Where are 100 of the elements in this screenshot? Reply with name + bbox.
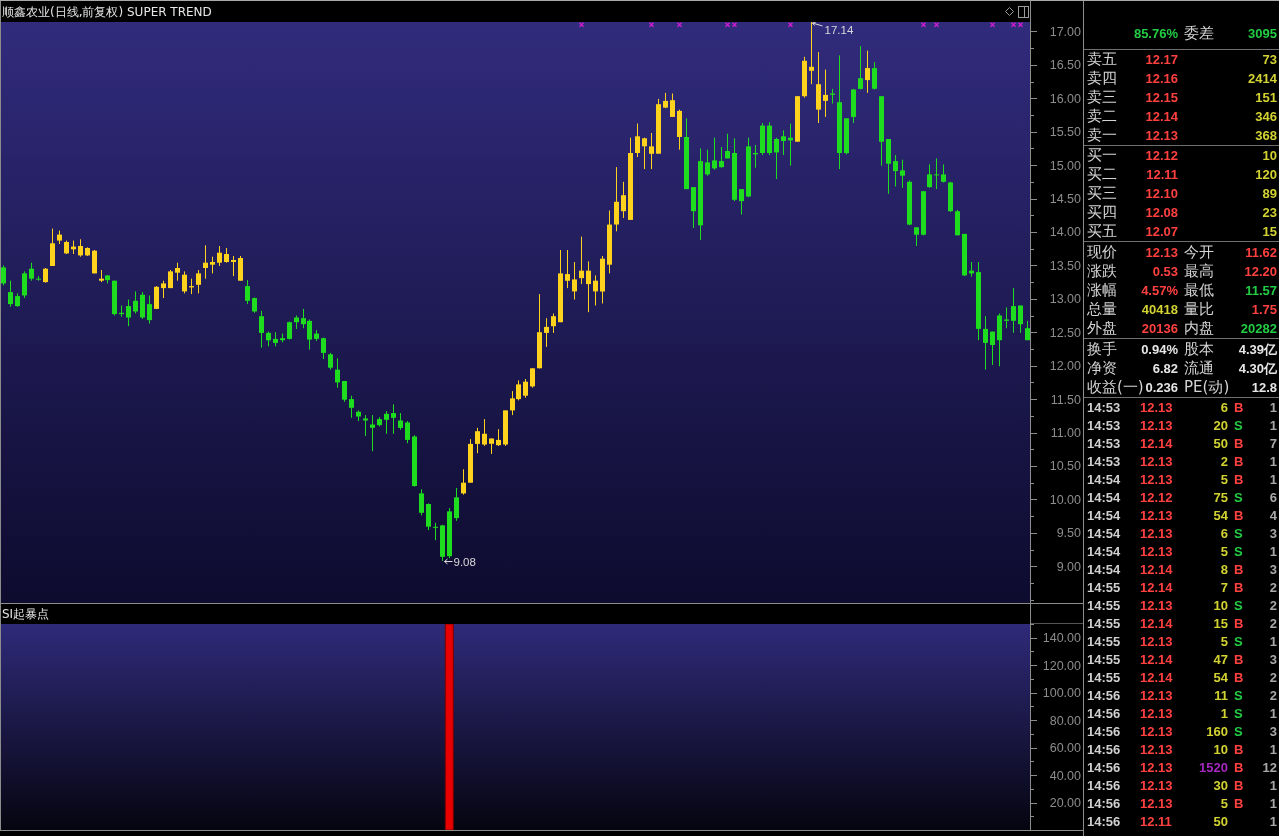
trade-count: 12 — [1261, 759, 1277, 777]
trade-side: B — [1233, 795, 1245, 813]
quote-label: PE(动) — [1184, 378, 1230, 397]
trade-count: 2 — [1268, 687, 1277, 705]
order-price: 12.13 — [1145, 127, 1178, 145]
trade-count: 2 — [1268, 597, 1277, 615]
candlestick — [997, 313, 1002, 367]
trade-price: 12.13 — [1139, 633, 1174, 651]
quote-label: 内盘 — [1184, 319, 1214, 338]
trade-volume: 6 — [1219, 399, 1228, 417]
candlestick — [78, 238, 83, 258]
candlestick — [886, 138, 891, 195]
trade-side: S — [1233, 543, 1244, 561]
trade-side: S — [1233, 417, 1244, 435]
trade-time: 14:55 — [1087, 579, 1122, 597]
quote-label: 量比 — [1184, 300, 1214, 319]
candlestick — [795, 95, 800, 143]
order-volume: 151 — [1255, 89, 1277, 107]
candlestick — [962, 233, 967, 277]
trade-count: 2 — [1268, 615, 1277, 633]
chart-title: 顺鑫农业(日线,前复权) SUPER TREND — [2, 4, 212, 19]
order-price: 12.12 — [1145, 147, 1178, 165]
candlestick — [767, 121, 772, 156]
trade-price: 12.14 — [1139, 561, 1174, 579]
trade-time: 14:53 — [1087, 399, 1122, 417]
trade-side: B — [1233, 669, 1245, 687]
trade-side: B — [1233, 579, 1245, 597]
cross-marker-icon — [676, 22, 683, 28]
axis-tick-label: 12.00 — [1049, 359, 1081, 374]
candlestick — [983, 315, 988, 371]
trade-count: 4 — [1268, 507, 1277, 525]
axis-tick-label: 80.00 — [1049, 713, 1081, 728]
trade-price: 12.14 — [1139, 651, 1174, 669]
candlestick — [168, 269, 173, 289]
trade-time: 14:53 — [1087, 435, 1122, 453]
candlestick — [732, 137, 737, 202]
quote-value: 1.75 — [1251, 301, 1277, 319]
axis-tick-label: 10.00 — [1049, 492, 1081, 507]
quote-value: 11.57 — [1245, 282, 1277, 300]
candlestick — [175, 262, 180, 282]
trade-side: S — [1233, 597, 1244, 615]
axis-tick-label: 60.00 — [1049, 741, 1081, 756]
candlestick — [865, 50, 870, 94]
candlestick — [1, 264, 6, 286]
split-window-icon[interactable] — [1018, 5, 1029, 18]
trade-count: 6 — [1268, 489, 1277, 507]
trade-count: 3 — [1268, 651, 1277, 669]
trade-time: 14:55 — [1087, 597, 1122, 615]
trade-volume: 10 — [1212, 597, 1228, 615]
quote-value: 4.39亿 — [1238, 341, 1277, 359]
trade-time: 14:54 — [1087, 525, 1122, 543]
axis-tick-label: 15.50 — [1049, 125, 1081, 140]
trade-time: 14:54 — [1087, 471, 1122, 489]
trade-side: S — [1233, 705, 1244, 723]
cross-marker-icon — [933, 22, 940, 28]
trade-side: B — [1233, 759, 1245, 777]
quote-label: 委差 — [1184, 24, 1214, 43]
candlestick — [990, 331, 995, 366]
trade-time: 14:55 — [1087, 651, 1122, 669]
candlestick — [893, 154, 898, 187]
candlestick — [217, 245, 222, 267]
trade-price: 12.13 — [1139, 417, 1174, 435]
trade-count: 1 — [1268, 813, 1277, 831]
candlestick — [948, 181, 953, 213]
trade-side: B — [1233, 615, 1245, 633]
candlestick — [914, 226, 919, 247]
candlestick — [280, 333, 285, 343]
order-volume: 346 — [1255, 108, 1277, 126]
trade-count: 2 — [1268, 579, 1277, 597]
candlestick — [140, 291, 145, 320]
diamond-icon[interactable] — [1005, 7, 1014, 16]
trade-price: 12.13 — [1139, 597, 1174, 615]
trade-price: 12.13 — [1139, 723, 1174, 741]
axis-tick-label: 11.00 — [1050, 426, 1081, 440]
candlestick — [259, 310, 264, 349]
candlestick — [210, 256, 215, 274]
candlestick — [774, 137, 779, 180]
trade-time: 14:53 — [1087, 417, 1122, 435]
axis-tick-label: 9.00 — [1056, 559, 1081, 574]
candlestick — [64, 240, 69, 255]
trade-side: S — [1233, 723, 1244, 741]
candlestick — [405, 420, 410, 444]
trade-time: 14:56 — [1087, 723, 1122, 741]
candlestick — [656, 98, 661, 155]
quote-label: 最高 — [1184, 262, 1214, 281]
pointer-arrow — [444, 558, 453, 565]
candlestick — [955, 209, 960, 236]
trade-volume: 54 — [1212, 507, 1228, 525]
quote-value: 12.8 — [1251, 379, 1277, 397]
trade-volume: 54 — [1212, 669, 1228, 687]
candlestick — [468, 438, 473, 484]
order-level-label: 买四 — [1087, 203, 1117, 222]
order-price: 12.10 — [1145, 185, 1178, 203]
trade-price: 12.13 — [1139, 525, 1174, 543]
trade-side: B — [1233, 453, 1245, 471]
order-level-label: 买五 — [1087, 222, 1117, 241]
candlestick — [677, 109, 682, 151]
axis-tick-label: 14.00 — [1049, 225, 1081, 240]
trade-side: S — [1233, 687, 1244, 705]
trade-volume: 160 — [1205, 723, 1228, 741]
